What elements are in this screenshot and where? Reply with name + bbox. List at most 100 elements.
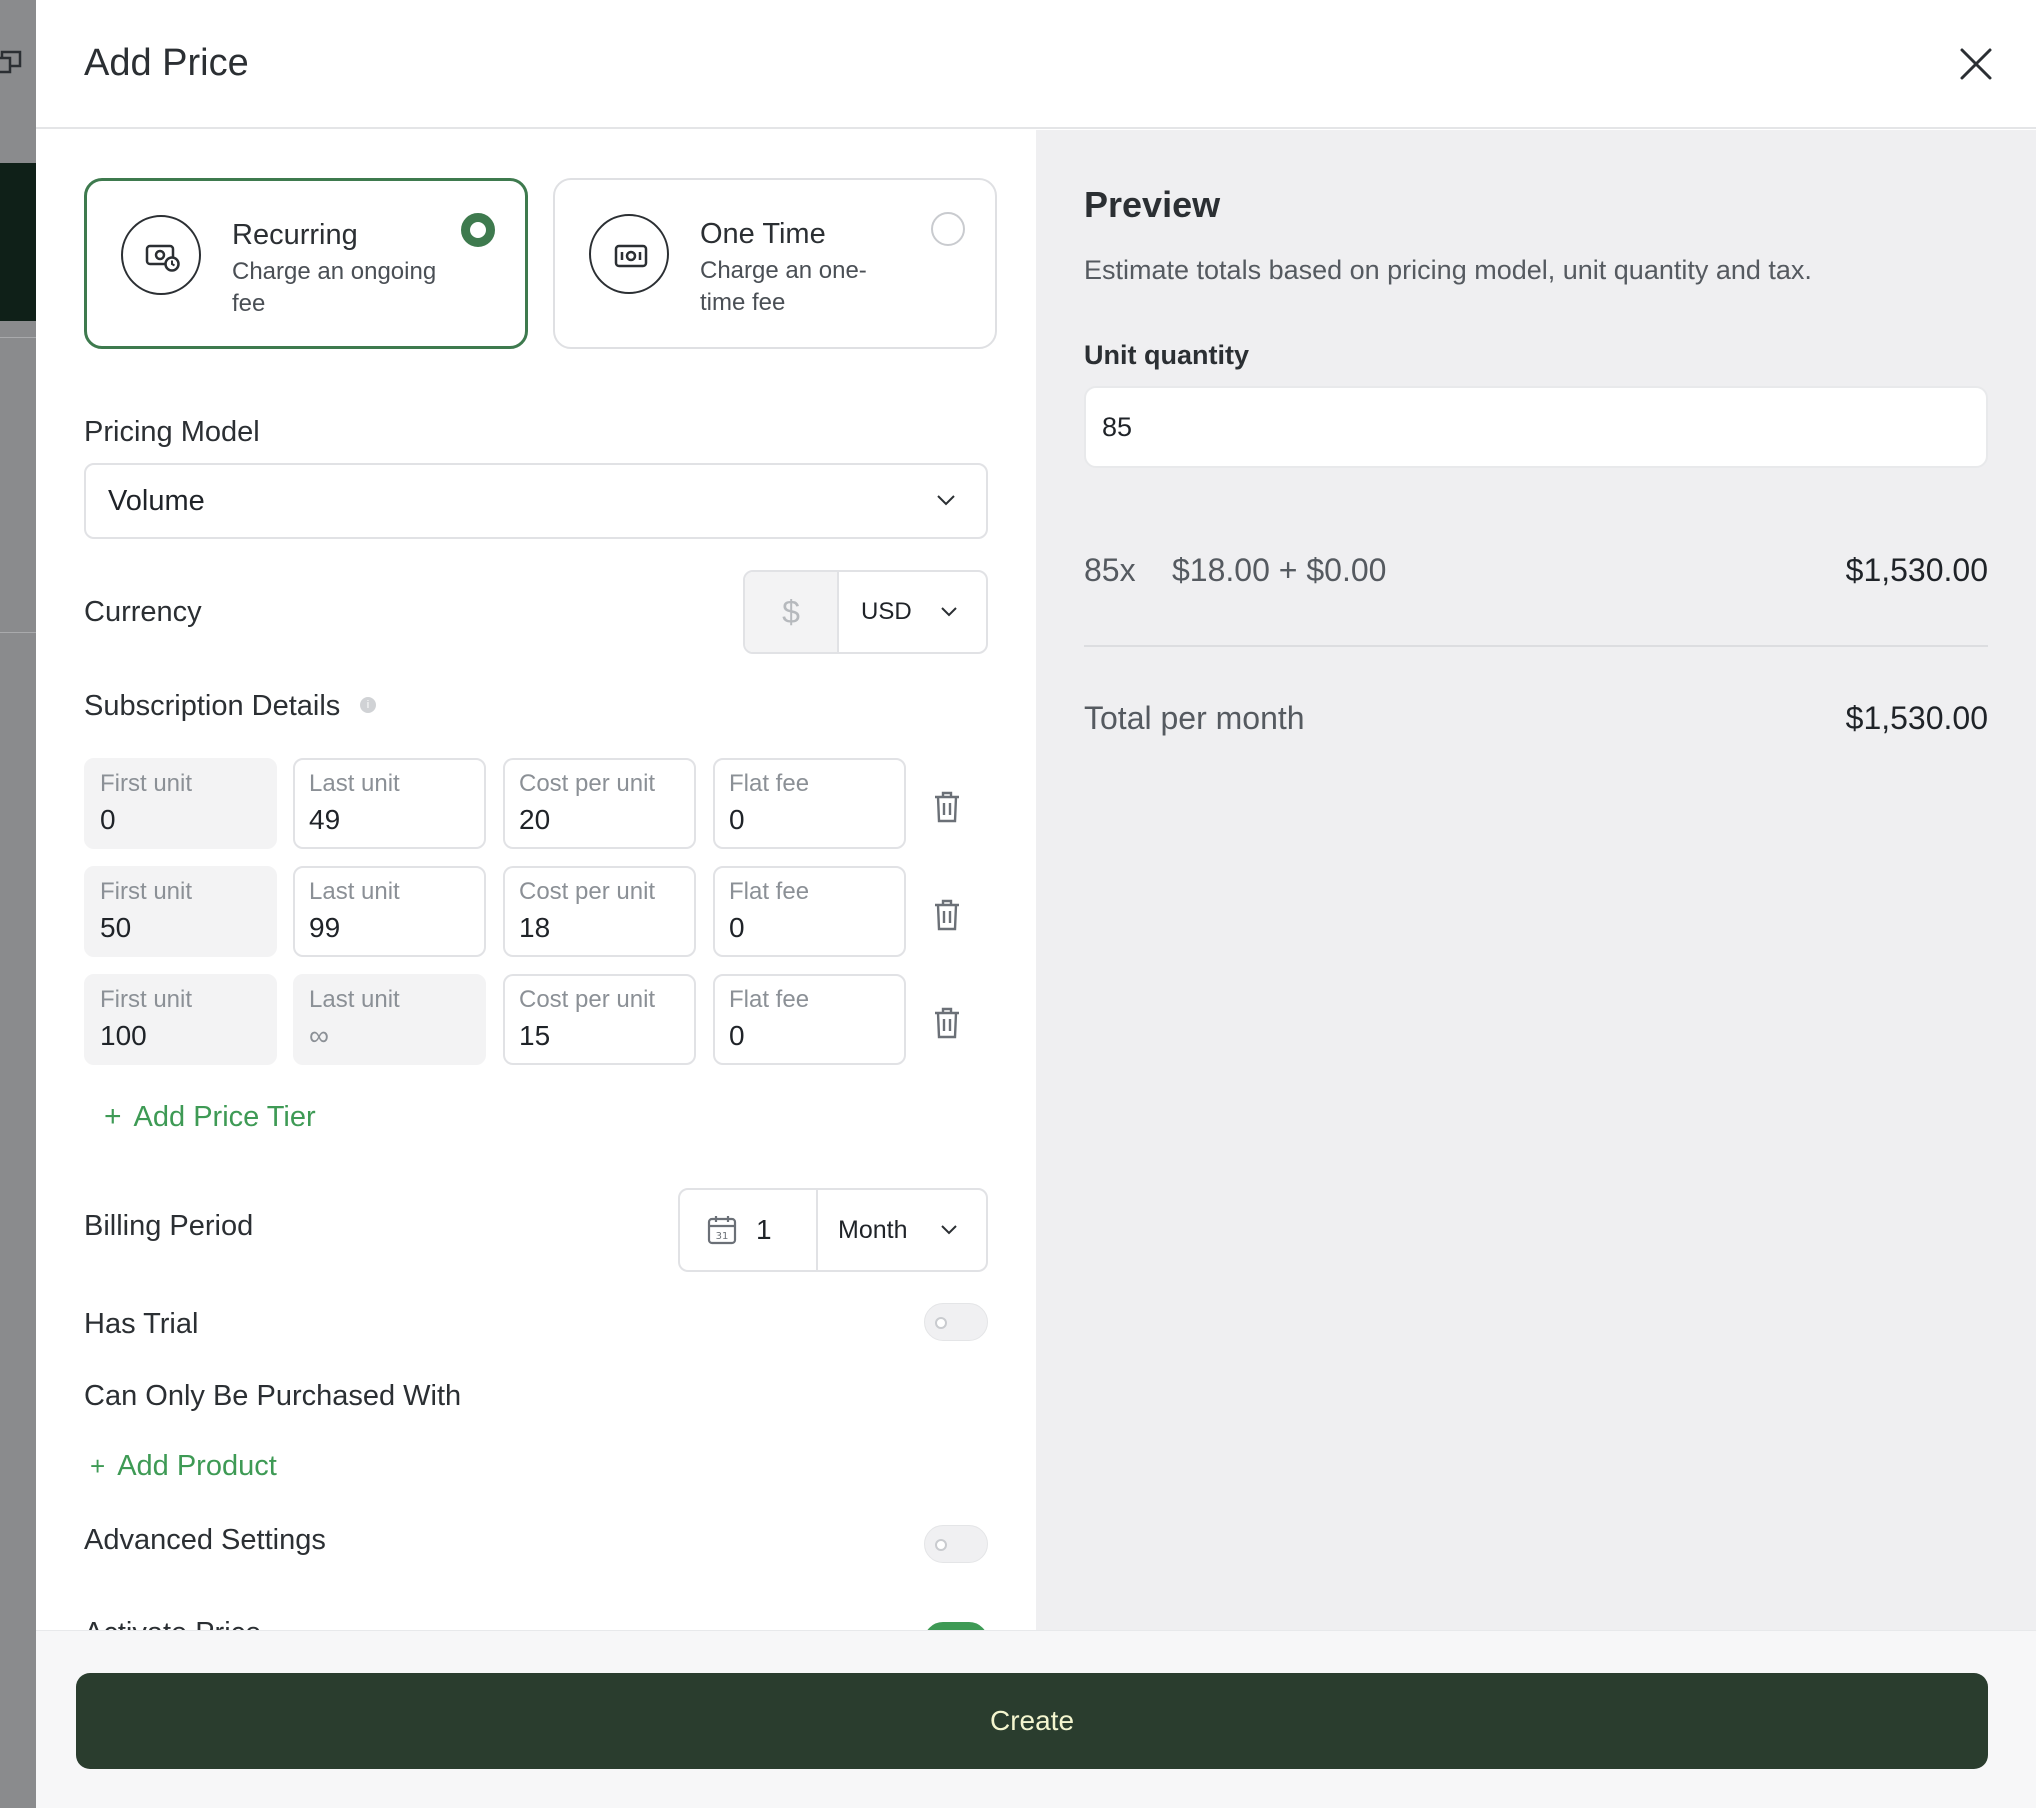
line-expression: $18.00 + $0.00: [1172, 552, 1387, 588]
flat-fee-value: 0: [729, 804, 745, 835]
flat-fee-label: Flat fee: [729, 878, 810, 905]
line-amount: $1,530.00: [1845, 552, 1988, 588]
last-unit-input[interactable]: Last unit 99: [293, 866, 486, 957]
info-icon[interactable]: i: [360, 697, 376, 713]
preview-divider: [1084, 645, 1988, 647]
trash-icon[interactable]: [932, 790, 962, 824]
billing-period-count[interactable]: 1: [756, 1214, 772, 1246]
line-quantity: 85x: [1084, 552, 1136, 588]
currency-select[interactable]: $ USD: [743, 570, 988, 654]
add-product-label: Add Product: [117, 1450, 277, 1482]
one-time-option-card[interactable]: One Time Charge an one-time fee: [553, 178, 997, 349]
cost-per-unit-input[interactable]: Cost per unit 15: [503, 974, 696, 1065]
currency-label: Currency: [84, 596, 202, 628]
has-trial-label: Has Trial: [84, 1308, 199, 1340]
first-unit-label: First unit: [100, 986, 193, 1013]
background-divider: [0, 337, 36, 338]
one-time-radio[interactable]: [931, 212, 965, 246]
last-unit-label: Last unit: [309, 986, 400, 1013]
preview-title: Preview: [1084, 184, 1221, 225]
last-unit-value: ∞: [309, 1020, 329, 1051]
last-unit-input[interactable]: Last unit 49: [293, 758, 486, 849]
chevron-down-icon: [941, 607, 957, 617]
chevron-down-icon: [937, 495, 955, 506]
flat-fee-value: 0: [729, 912, 745, 943]
billing-period-divider: [816, 1190, 818, 1270]
copy-icon: [0, 50, 22, 74]
svg-text:31: 31: [716, 1231, 729, 1242]
billing-period-label: Billing Period: [84, 1210, 254, 1242]
cost-per-unit-value: 20: [519, 804, 551, 835]
flat-fee-input[interactable]: Flat fee 0: [713, 974, 906, 1065]
flat-fee-input[interactable]: Flat fee 0: [713, 758, 906, 849]
cost-per-unit-input[interactable]: Cost per unit 18: [503, 866, 696, 957]
add-price-tier-label: Add Price Tier: [133, 1101, 316, 1133]
unit-quantity-value: 85: [1102, 412, 1133, 442]
currency-code: USD: [861, 598, 912, 625]
plus-icon: +: [90, 1451, 106, 1481]
last-unit-label: Last unit: [309, 770, 400, 797]
toggle-knob: [935, 1539, 947, 1551]
billing-period-control[interactable]: 31 1 Month: [678, 1188, 988, 1272]
first-unit-value: 0: [100, 804, 116, 835]
one-time-title: One Time: [700, 218, 826, 250]
recurring-money-icon: [121, 215, 201, 295]
first-unit-label: First unit: [100, 770, 193, 797]
toggle-knob: [935, 1317, 947, 1329]
add-product-button[interactable]: + Add Product: [90, 1450, 277, 1483]
total-amount: $1,530.00: [1845, 700, 1988, 736]
advanced-settings-label: Advanced Settings: [84, 1524, 326, 1556]
cost-per-unit-label: Cost per unit: [519, 878, 656, 905]
preview-total: Total per month $1,530.00: [1084, 700, 1988, 737]
drawer-title: Add Price: [84, 42, 249, 84]
calendar-icon: 31: [707, 1216, 737, 1245]
flat-fee-input[interactable]: Flat fee 0: [713, 866, 906, 957]
background-divider: [0, 632, 36, 633]
pricing-model-label: Pricing Model: [84, 416, 260, 448]
cost-per-unit-input[interactable]: Cost per unit 20: [503, 758, 696, 849]
plus-icon: +: [104, 1100, 122, 1133]
activate-price-label: Activate Price: [84, 1617, 261, 1630]
last-unit-value: 49: [309, 804, 341, 835]
drawer-footer: Create: [36, 1630, 2036, 1808]
last-unit-label: Last unit: [309, 878, 400, 905]
unit-quantity-label: Unit quantity: [1084, 340, 1249, 370]
activate-price-toggle[interactable]: [924, 1622, 988, 1630]
drawer-header: Add Price: [36, 0, 2036, 129]
pricing-model-value: Volume: [108, 485, 205, 517]
preview-subtitle: Estimate totals based on pricing model, …: [1084, 255, 1812, 285]
trash-icon[interactable]: [932, 898, 962, 932]
subscription-details-label: Subscription Details: [84, 690, 341, 722]
cost-per-unit-value: 15: [519, 1020, 551, 1051]
advanced-settings-toggle[interactable]: [924, 1525, 988, 1563]
add-price-tier-button[interactable]: + Add Price Tier: [104, 1100, 316, 1134]
flat-fee-value: 0: [729, 1020, 745, 1051]
flat-fee-label: Flat fee: [729, 986, 810, 1013]
recurring-option-card[interactable]: Recurring Charge an ongoing fee: [84, 178, 528, 349]
purchased-with-label: Can Only Be Purchased With: [84, 1380, 462, 1412]
close-icon[interactable]: [1956, 44, 1996, 84]
last-unit-field: Last unit ∞: [293, 974, 486, 1065]
chevron-down-icon: [941, 1225, 957, 1235]
billing-period-unit[interactable]: Month: [838, 1216, 907, 1245]
preview-panel: Preview Estimate totals based on pricing…: [1036, 130, 2036, 1630]
has-trial-toggle[interactable]: [924, 1303, 988, 1341]
total-label: Total per month: [1084, 700, 1305, 736]
first-unit-value: 100: [100, 1020, 147, 1051]
trash-icon[interactable]: [932, 1006, 962, 1040]
background-app-panel: [0, 163, 36, 321]
first-unit-field: First unit 0: [84, 758, 277, 849]
first-unit-value: 50: [100, 912, 132, 943]
unit-quantity-input[interactable]: 85: [1084, 386, 1988, 468]
currency-symbol: $: [745, 572, 839, 652]
cost-per-unit-label: Cost per unit: [519, 770, 656, 797]
recurring-radio[interactable]: [461, 213, 495, 247]
add-price-drawer: Add Price Recurring Charge an ongoing fe…: [36, 0, 2036, 1808]
create-button[interactable]: Create: [76, 1673, 1988, 1769]
banknote-icon: [589, 214, 669, 294]
recurring-title: Recurring: [232, 219, 358, 251]
price-form: Recurring Charge an ongoing fee One Time…: [36, 130, 1036, 1630]
pricing-model-select[interactable]: Volume: [84, 463, 988, 539]
cost-per-unit-label: Cost per unit: [519, 986, 656, 1013]
first-unit-field: First unit 100: [84, 974, 277, 1065]
